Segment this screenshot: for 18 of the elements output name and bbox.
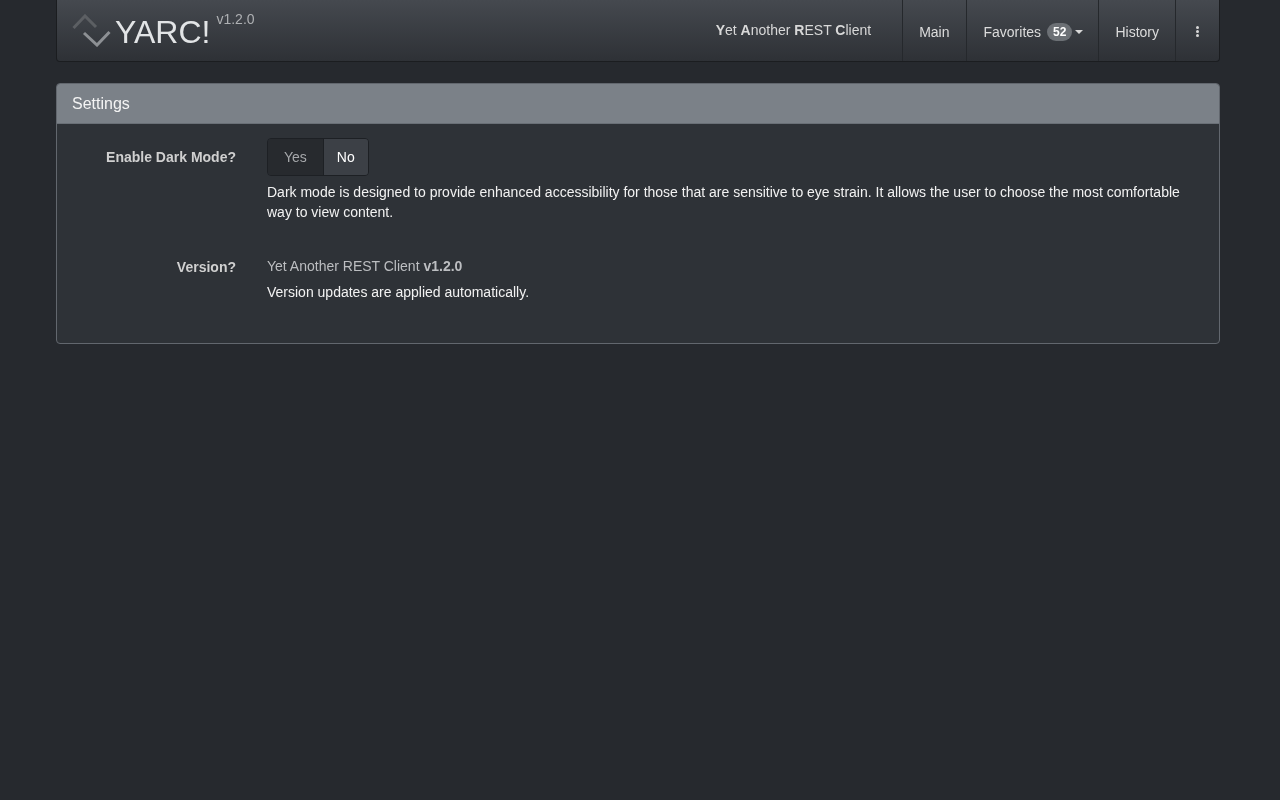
help-text: Dark mode is designed to provide enhanced accessibility for those that are sensitive to eye strain. It allows the user to choose the most comfortable way to view content. (267, 183, 1181, 222)
count-badge: 52 (1047, 23, 1073, 41)
toggle-option[interactable]: No (322, 139, 368, 175)
brand-name: YARC! (115, 13, 211, 50)
setting-label: Version? (176, 258, 236, 277)
tagline: Yet Another REST Client (715, 20, 872, 39)
nav-link[interactable]: History (1098, 0, 1175, 61)
version-value: Yet Another REST Client v1.2.0 (267, 257, 463, 276)
logo-icon (72, 14, 111, 47)
toggle-option[interactable]: Yes (268, 139, 323, 175)
panel-title: Settings (72, 93, 130, 114)
version-label: v1.2.0 (216, 10, 255, 28)
more-vertical-icon (1196, 25, 1199, 37)
help-text: Version updates are applied automatically. (267, 283, 530, 302)
nav-dropdown[interactable]: Favorites 52 (965, 0, 1099, 61)
nav-link[interactable]: Main (902, 0, 966, 61)
caret-icon (1075, 30, 1084, 34)
setting-label: Enable Dark Mode? (106, 148, 236, 167)
